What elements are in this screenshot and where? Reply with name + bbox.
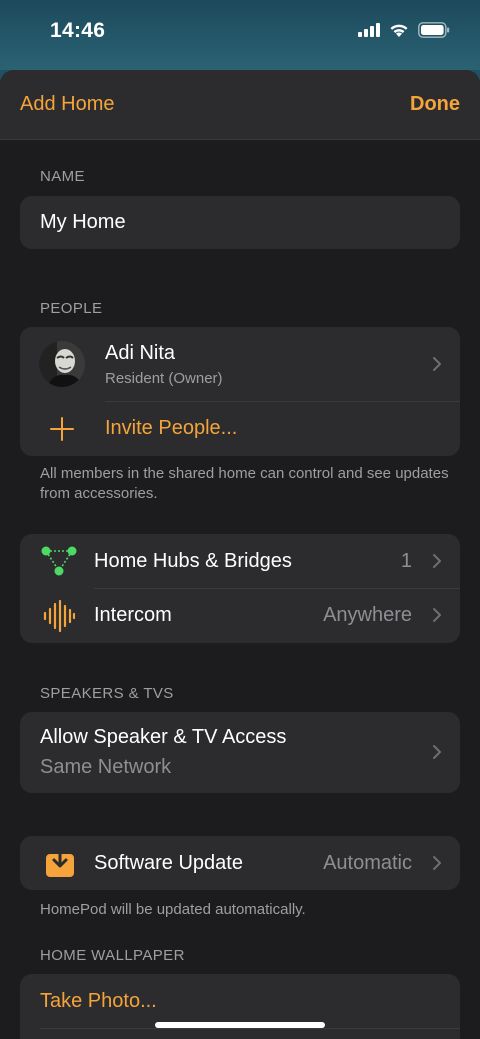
cellular-signal-icon bbox=[358, 23, 380, 42]
wifi-icon bbox=[389, 23, 409, 43]
speaker-tv-access-value: Same Network bbox=[40, 756, 172, 778]
invite-people-row[interactable]: Invite People... bbox=[20, 401, 460, 456]
speakers-section-label: SPEAKERS & TVS bbox=[40, 685, 174, 702]
home-name-field[interactable]: My Home bbox=[20, 196, 460, 249]
chevron-right-icon bbox=[432, 356, 442, 377]
software-update-row[interactable]: Software Update Automatic bbox=[20, 836, 460, 890]
chevron-right-icon bbox=[432, 607, 442, 628]
name-section-label: NAME bbox=[40, 168, 85, 185]
people-card: Adi Nita Resident (Owner) Invite People.… bbox=[20, 327, 460, 456]
person-name: Adi Nita bbox=[105, 342, 176, 364]
hubs-card: Home Hubs & Bridges 1 Intercom Anywhere bbox=[20, 534, 460, 643]
wallpaper-section-label: HOME WALLPAPER bbox=[40, 947, 185, 964]
software-update-footnote: HomePod will be updated automatically. bbox=[40, 901, 306, 918]
intercom-value: Anywhere bbox=[323, 604, 412, 626]
take-photo-label: Take Photo... bbox=[40, 990, 157, 1012]
speaker-tv-access-row[interactable]: Allow Speaker & TV Access Same Network bbox=[20, 712, 460, 793]
person-row[interactable]: Adi Nita Resident (Owner) bbox=[20, 327, 460, 401]
add-home-title: Add Home bbox=[20, 93, 115, 115]
home-hubs-label: Home Hubs & Bridges bbox=[94, 550, 292, 572]
done-button[interactable]: Done bbox=[410, 93, 460, 116]
status-time: 14:46 bbox=[50, 19, 106, 42]
wallpaper-card: Take Photo... bbox=[20, 974, 460, 1039]
intercom-row[interactable]: Intercom Anywhere bbox=[20, 588, 460, 643]
person-role: Resident (Owner) bbox=[105, 370, 223, 387]
battery-icon bbox=[418, 22, 450, 43]
plus-icon bbox=[50, 417, 74, 446]
add-home-sheet: Add Home Done NAME My Home PEOPLE Adi Ni… bbox=[0, 70, 480, 1039]
people-section-label: PEOPLE bbox=[40, 300, 103, 317]
invite-people-label: Invite People... bbox=[105, 417, 238, 439]
software-update-icon bbox=[45, 847, 75, 883]
avatar bbox=[39, 341, 85, 392]
software-update-value: Automatic bbox=[323, 852, 412, 874]
take-photo-row[interactable]: Take Photo... bbox=[20, 974, 460, 1028]
navigation-bar: Add Home Done bbox=[0, 70, 480, 140]
home-indicator[interactable] bbox=[155, 1022, 325, 1028]
people-footnote: All members in the shared home can contr… bbox=[40, 465, 449, 502]
chevron-right-icon bbox=[432, 553, 442, 574]
intercom-waveform-icon bbox=[43, 599, 76, 637]
home-hub-icon bbox=[41, 546, 77, 581]
chevron-right-icon bbox=[432, 744, 442, 765]
separator bbox=[40, 1028, 460, 1029]
speaker-tv-access-title: Allow Speaker & TV Access bbox=[40, 726, 287, 748]
software-update-label: Software Update bbox=[94, 852, 243, 874]
home-hubs-count: 1 bbox=[400, 550, 412, 572]
intercom-label: Intercom bbox=[94, 604, 172, 626]
status-bar: 14:46 bbox=[0, 0, 480, 70]
chevron-right-icon bbox=[432, 855, 442, 876]
home-name-value[interactable]: My Home bbox=[40, 211, 126, 234]
status-icons bbox=[358, 22, 450, 43]
home-hubs-row[interactable]: Home Hubs & Bridges 1 bbox=[20, 534, 460, 588]
